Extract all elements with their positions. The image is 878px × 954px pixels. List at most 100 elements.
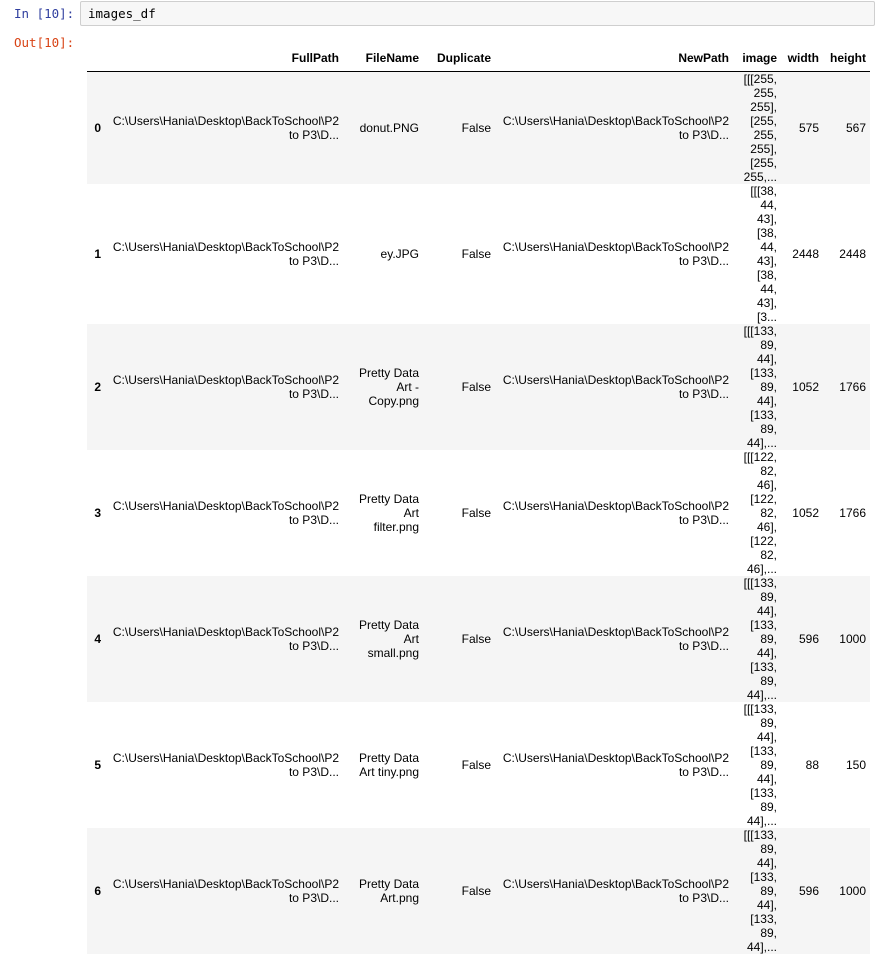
table-row: 4 C:\Users\Hania\Desktop\BackToSchool\P2t… [87,576,870,702]
image-cell-line: 44],... [737,436,777,450]
full-path-cell: C:\Users\Hania\Desktop\BackToSchool\P2to… [105,72,343,185]
image-cell-line: [[[255, [737,72,777,86]
new-path-cell-line: C:\Users\Hania\Desktop\BackToSchool\P2 [499,877,729,891]
header-row: FullPath FileName Duplicate NewPath imag… [87,44,870,72]
image-cell-line: [133, [737,786,777,800]
height-cell: 1000 [823,576,870,702]
image-cell: [[[122,82, 46],[122,82, 46],[122,82,46],… [733,450,781,576]
new-path-cell-line: to P3\D... [499,513,729,527]
column-header-width: width [781,44,823,72]
new-path-cell-line: to P3\D... [499,128,729,142]
row-index: 5 [87,702,105,828]
file-name-cell-line: donut.PNG [347,121,419,135]
duplicate-cell: False [423,184,495,324]
row-index: 4 [87,576,105,702]
image-cell-line: 89, 44], [737,716,777,744]
image-cell-line: [[[133, [737,828,777,842]
full-path-cell-line: C:\Users\Hania\Desktop\BackToSchool\P2 [109,114,339,128]
full-path-cell-line: C:\Users\Hania\Desktop\BackToSchool\P2 [109,240,339,254]
duplicate-cell: False [423,324,495,450]
table-body: 0C:\Users\Hania\Desktop\BackToSchool\P2t… [87,72,870,954]
new-path-cell-line: to P3\D... [499,254,729,268]
image-cell-line: 89, 44], [737,380,777,408]
full-path-cell-line: to P3\D... [109,765,339,779]
new-path-cell: C:\Users\Hania\Desktop\BackToSchool\P2to… [495,576,733,702]
new-path-cell: C:\Users\Hania\Desktop\BackToSchool\P2to… [495,324,733,450]
code-editor[interactable]: images_df [80,1,875,26]
file-name-cell-line: Copy.png [347,394,419,408]
image-cell-line: [133, [737,870,777,884]
image-cell-line: [3... [737,310,777,324]
image-cell-line: 89, 44], [737,632,777,660]
image-cell: [[[133,89, 44],[133,89, 44],[133,89,44],… [733,828,781,954]
image-cell: [[[133,89, 44],[133,89, 44],[133,89,44],… [733,576,781,702]
new-path-cell: C:\Users\Hania\Desktop\BackToSchool\P2to… [495,828,733,954]
file-name-cell: Pretty DataArtsmall.png [343,576,423,702]
code-text[interactable]: images_df [88,6,156,21]
image-cell-line: 255], [737,142,777,156]
column-header-image: image [733,44,781,72]
image-cell-line: [38, 44, [737,268,777,296]
new-path-cell-line: C:\Users\Hania\Desktop\BackToSchool\P2 [499,114,729,128]
width-cell: 1052 [781,450,823,576]
full-path-cell-line: C:\Users\Hania\Desktop\BackToSchool\P2 [109,373,339,387]
column-header-newpath: NewPath [495,44,733,72]
new-path-cell: C:\Users\Hania\Desktop\BackToSchool\P2to… [495,72,733,185]
input-prompt: In [10]: [14,6,74,21]
output-prompt: Out[10]: [14,35,74,50]
file-name-cell-line: ey.JPG [347,247,419,261]
new-path-cell-line: C:\Users\Hania\Desktop\BackToSchool\P2 [499,499,729,513]
image-cell-line: 89, [737,800,777,814]
height-cell: 1766 [823,450,870,576]
height-cell: 2448 [823,184,870,324]
image-cell-line: [255, [737,156,777,170]
duplicate-cell: False [423,72,495,185]
image-cell: [[[255,255,255],[255,255,255],[255,255,.… [733,72,781,185]
file-name-cell-line: filter.png [347,520,419,534]
new-path-cell-line: C:\Users\Hania\Desktop\BackToSchool\P2 [499,240,729,254]
full-path-cell: C:\Users\Hania\Desktop\BackToSchool\P2to… [105,184,343,324]
input-cell[interactable]: In [10]: images_df [0,0,878,28]
image-cell-line: [[[122, [737,450,777,464]
image-cell-line: [38, 44, [737,226,777,254]
full-path-cell-line: to P3\D... [109,254,339,268]
full-path-cell: C:\Users\Hania\Desktop\BackToSchool\P2to… [105,450,343,576]
file-name-cell: ey.JPG [343,184,423,324]
table-row: 6C:\Users\Hania\Desktop\BackToSchool\P2t… [87,828,870,954]
image-cell-line: 255, [737,128,777,142]
width-cell: 575 [781,72,823,185]
column-header-filename: FileName [343,44,423,72]
file-name-cell-line: Pretty Data [347,366,419,380]
new-path-cell: C:\Users\Hania\Desktop\BackToSchool\P2to… [495,450,733,576]
file-name-cell: Pretty DataArt tiny.png [343,702,423,828]
image-cell-line: 89, 44], [737,884,777,912]
image-cell-line: 43], [737,296,777,310]
new-path-cell-line: to P3\D... [499,891,729,905]
full-path-cell: C:\Users\Hania\Desktop\BackToSchool\P2to… [105,702,343,828]
width-cell: 88 [781,702,823,828]
image-cell-line: 89, [737,926,777,940]
file-name-cell-line: Pretty Data [347,618,419,632]
image-cell-line: 82, [737,548,777,562]
file-name-cell: Pretty DataArtfilter.png [343,450,423,576]
file-name-cell-line: Art [347,632,419,646]
file-name-cell-line: Art [347,506,419,520]
file-name-cell: Pretty DataArt.png [343,828,423,954]
image-cell-line: [[[133, [737,324,777,338]
row-index: 2 [87,324,105,450]
new-path-cell-line: C:\Users\Hania\Desktop\BackToSchool\P2 [499,373,729,387]
image-cell: [[[38,44, 43],[38, 44,43],[38, 44,43],[3… [733,184,781,324]
image-cell: [[[133,89, 44],[133,89, 44],[133,89,44],… [733,324,781,450]
duplicate-cell: False [423,828,495,954]
full-path-cell: C:\Users\Hania\Desktop\BackToSchool\P2to… [105,828,343,954]
image-cell-line: [133, [737,366,777,380]
file-name-cell-line: small.png [347,646,419,660]
full-path-cell-line: C:\Users\Hania\Desktop\BackToSchool\P2 [109,751,339,765]
new-path-cell: C:\Users\Hania\Desktop\BackToSchool\P2to… [495,184,733,324]
image-cell-line: 44, 43], [737,198,777,226]
image-cell-line: [133, [737,912,777,926]
full-path-cell-line: to P3\D... [109,128,339,142]
table-row: 3C:\Users\Hania\Desktop\BackToSchool\P2t… [87,450,870,576]
image-cell-line: [122, [737,492,777,506]
image-cell: [[[133,89, 44],[133,89, 44],[133,89,44],… [733,702,781,828]
